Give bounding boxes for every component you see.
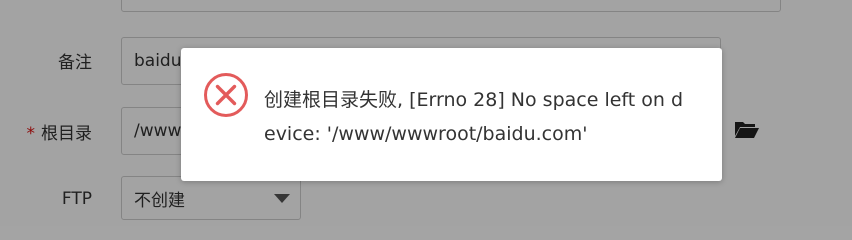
error-x-circle-icon [204,73,248,117]
error-message: 创建根目录失败, [Errno 28] No space left on dev… [264,89,684,145]
error-dialog: 创建根目录失败, [Errno 28] No space left on dev… [181,48,722,181]
